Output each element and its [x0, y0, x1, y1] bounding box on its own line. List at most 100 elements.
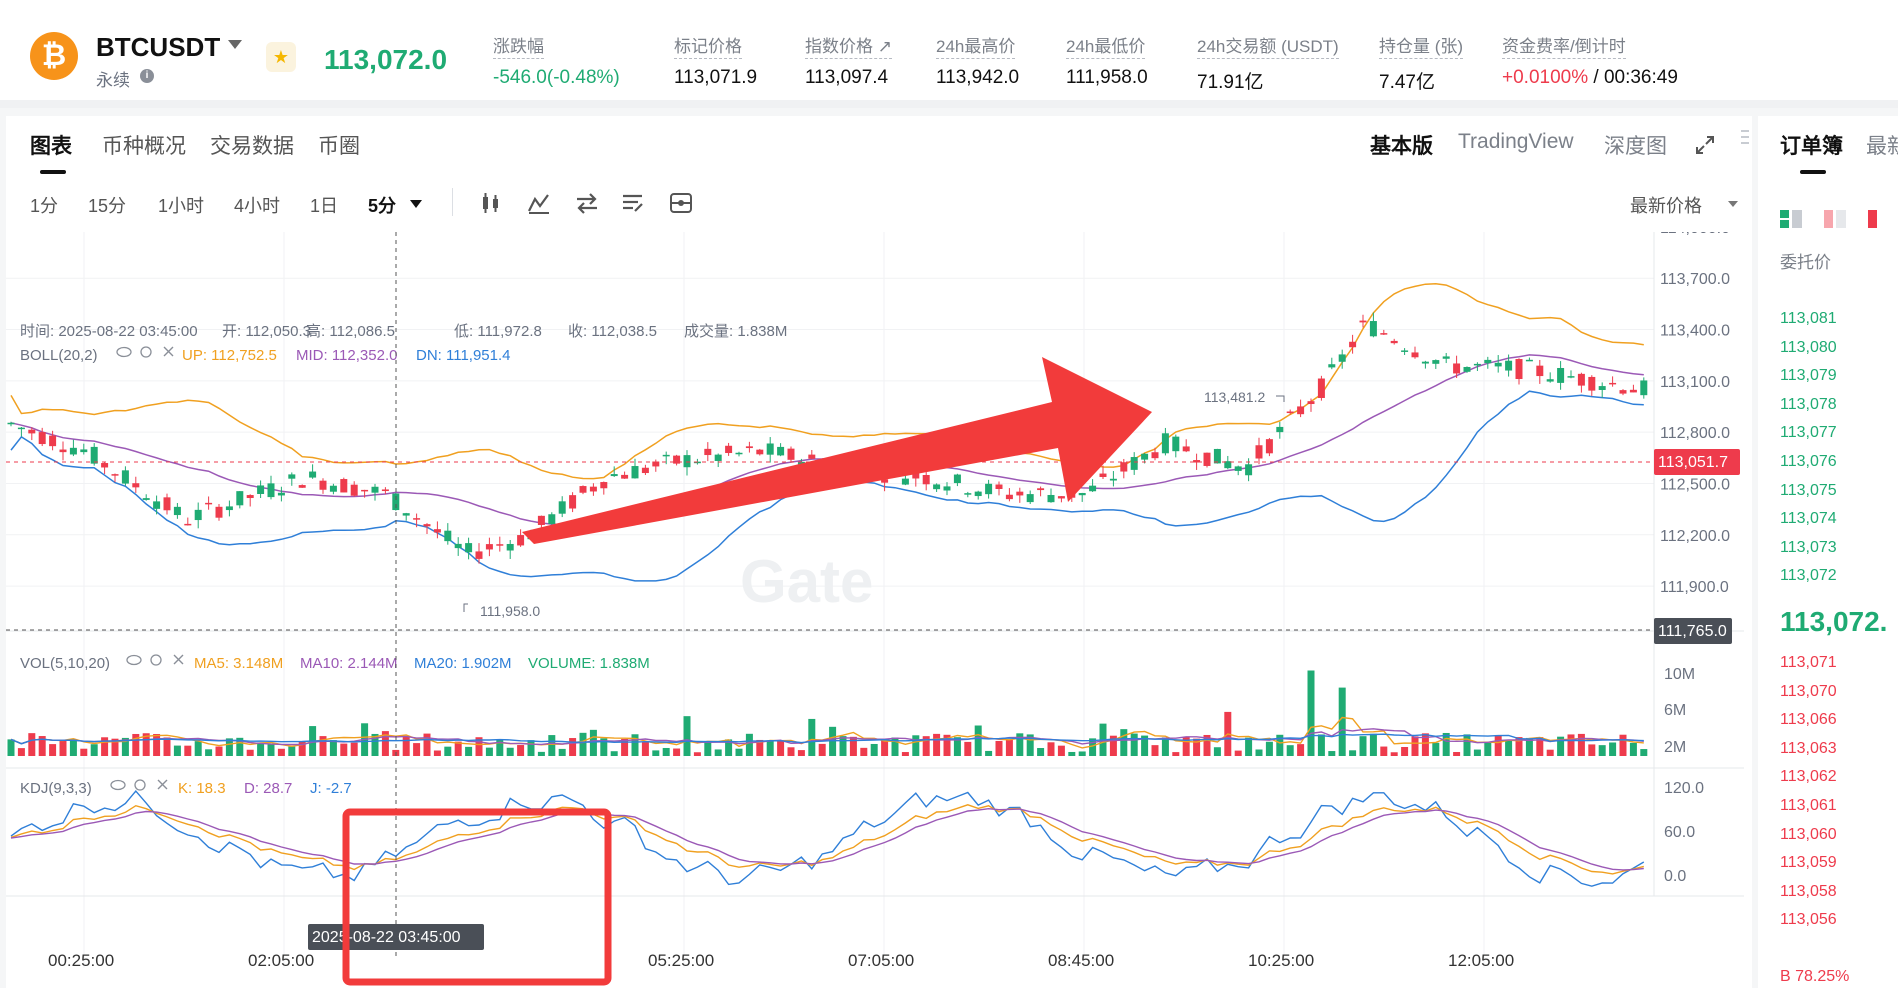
orderbook-bid-row[interactable]: 113,075	[1780, 482, 1837, 500]
candle-body	[246, 495, 254, 499]
volume-bar	[1047, 742, 1055, 756]
orderbook-bid-row[interactable]: 113,078	[1780, 396, 1837, 414]
orderbook-ask-row[interactable]: 113,066	[1780, 711, 1837, 729]
candle-body	[381, 489, 389, 492]
timeframe-1d[interactable]: 1日	[310, 192, 338, 218]
price-type-chevron-down-icon[interactable]	[1728, 201, 1738, 207]
candle-body	[49, 435, 57, 447]
price-axis-label: 112,800.0	[1660, 425, 1730, 442]
orderbook-bid-row[interactable]: 113,072	[1780, 567, 1837, 585]
candle-body	[1411, 352, 1419, 358]
timeframe-15m[interactable]: 15分	[88, 192, 126, 218]
candle-body	[267, 483, 275, 498]
orderbook-bid-row[interactable]: 113,076	[1780, 453, 1837, 471]
candle-body	[475, 551, 483, 559]
timeframe-5m-dropdown[interactable]: 5分	[368, 192, 396, 218]
candle-body	[257, 485, 265, 494]
orderbook-ask-row[interactable]: 113,071	[1780, 654, 1837, 672]
volume-bar	[80, 748, 88, 756]
boll-legend-mid: MID: 112,352.0	[296, 347, 397, 364]
volume-bar	[1505, 739, 1513, 756]
volume-bar	[1390, 752, 1398, 756]
candlestick-type-icon[interactable]	[478, 190, 504, 216]
timeframe-chevron-down-icon[interactable]	[410, 200, 422, 208]
orderbook-ask-row[interactable]: 113,063	[1780, 740, 1837, 758]
orderbook-bid-row[interactable]: 113,079	[1780, 367, 1837, 385]
candle-body	[1317, 378, 1325, 398]
indicators-icon[interactable]	[526, 190, 552, 216]
tab-basic-view[interactable]: 基本版	[1370, 130, 1433, 160]
stat-change: 涨跌幅 -546.0(-0.48%)	[493, 32, 620, 89]
tab-chart[interactable]: 图表	[30, 130, 72, 160]
orderbook-ask-row[interactable]: 113,061	[1780, 797, 1837, 815]
tab-orderbook[interactable]: 订单簿	[1780, 130, 1843, 160]
tab-trading-data[interactable]: 交易数据	[210, 130, 294, 160]
candle-body	[1265, 439, 1273, 454]
price-axis-label: 112,500.0	[1660, 476, 1730, 493]
price-type-dropdown[interactable]: 最新价格	[1630, 192, 1702, 218]
orderbook-bid-row[interactable]: 113,073	[1780, 539, 1837, 557]
candle-body	[714, 454, 722, 461]
volume-bar	[1078, 751, 1086, 756]
candle-body	[735, 452, 743, 455]
tab-latest-trades[interactable]: 最新	[1866, 130, 1898, 160]
orderbook-ask-row[interactable]: 113,058	[1780, 883, 1837, 901]
orderbook-ask-row[interactable]: 113,062	[1780, 768, 1837, 786]
orderbook-both-icon[interactable]	[1778, 206, 1804, 232]
symbol-dropdown-chevron-icon[interactable]	[228, 40, 242, 49]
timeframe-4h[interactable]: 4小时	[234, 192, 280, 218]
volume-bar	[1130, 733, 1138, 756]
kdj-axis-label: 0.0	[1664, 868, 1686, 885]
volume-bar	[714, 749, 722, 756]
volume-bar	[912, 735, 920, 756]
volume-bar	[59, 740, 67, 756]
kline-chart[interactable]: Gate 114,000.0 113,700.0 113,400.0 113,100.…	[6, 232, 1752, 988]
stat-index-price[interactable]: 指数价格 ↗ 113,097.4	[805, 32, 892, 89]
drag-handle-icon[interactable]	[1740, 126, 1750, 156]
candle-body	[1141, 453, 1149, 460]
orderbook-ask-row[interactable]: 113,060	[1780, 826, 1837, 844]
tab-depth-chart[interactable]: 深度图	[1604, 130, 1667, 160]
candle-body	[184, 523, 192, 526]
orderbook-asks-icon[interactable]	[1822, 206, 1848, 232]
expand-icon[interactable]	[1694, 134, 1716, 156]
volume-bar	[818, 743, 826, 756]
last-price: 113,072.0	[324, 44, 448, 75]
orderbook-bids-icon[interactable]	[1866, 206, 1892, 232]
volume-axis-label: 2M	[1664, 739, 1686, 756]
ohlc-info-text: 时间: 2025-08-22 03:45:00	[20, 323, 198, 340]
settings-list-icon[interactable]	[620, 190, 646, 216]
orderbook-bid-row[interactable]: 113,074	[1780, 510, 1837, 528]
tab-coin-circle[interactable]: 币圈	[318, 130, 360, 160]
volume-bar	[163, 737, 171, 756]
candle-body	[641, 467, 649, 474]
compare-arrows-icon[interactable]	[574, 190, 600, 216]
volume-bar	[1172, 752, 1180, 756]
symbol-name[interactable]: BTCUSDT	[96, 32, 220, 63]
timeframe-1h[interactable]: 1小时	[158, 192, 204, 218]
stat-label: 24h最低价	[1066, 32, 1146, 59]
orderbook-ask-row[interactable]: 113,056	[1780, 911, 1837, 929]
tab-tradingview[interactable]: TradingView	[1458, 130, 1574, 154]
candle-body	[517, 535, 525, 546]
volume-bar	[870, 743, 878, 756]
boll-legend-dn: DN: 111,951.4	[416, 347, 511, 364]
volume-bar	[849, 736, 857, 756]
candle-body	[1026, 494, 1034, 503]
orderbook-bid-row[interactable]: 113,077	[1780, 424, 1837, 442]
orderbook-bid-row[interactable]: 113,081	[1780, 310, 1837, 328]
info-icon[interactable]: i	[140, 69, 154, 83]
candle-body	[111, 474, 119, 476]
layout-switch-icon[interactable]	[668, 190, 694, 216]
tab-coin-overview[interactable]: 币种概况	[102, 130, 186, 160]
candle-body	[309, 471, 317, 478]
stat-mark-price: 标记价格 113,071.9	[674, 32, 757, 89]
candle-body	[808, 454, 816, 459]
timeframe-1m[interactable]: 1分	[30, 192, 58, 218]
orderbook-ask-row[interactable]: 113,070	[1780, 683, 1837, 701]
volume-bar	[17, 748, 25, 756]
orderbook-bid-row[interactable]: 113,080	[1780, 339, 1837, 357]
orderbook-ask-row[interactable]: 113,059	[1780, 854, 1837, 872]
favorite-star-icon[interactable]: ★	[266, 42, 296, 72]
candle-body	[1037, 488, 1045, 491]
